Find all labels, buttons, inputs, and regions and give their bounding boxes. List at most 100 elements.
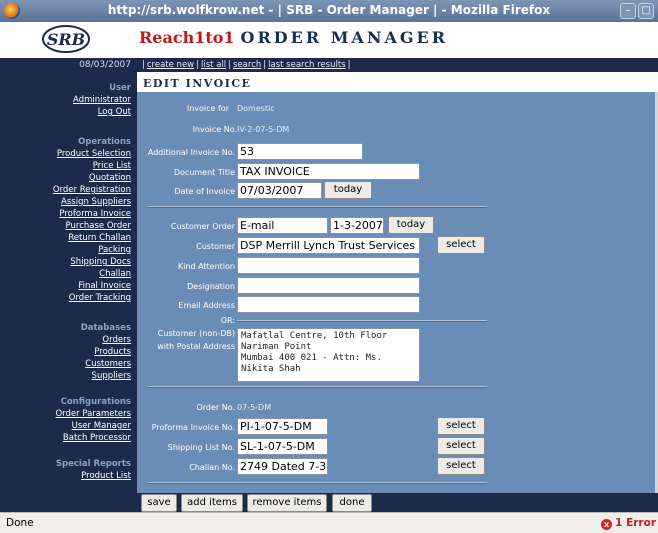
section-divider <box>147 386 487 388</box>
sidebar-item-packing[interactable]: Packing <box>53 244 131 256</box>
customer-order-date-field[interactable]: 1-3-2007 <box>330 217 384 234</box>
sidebar-item-customers[interactable]: Customers <box>81 358 131 370</box>
sidebar-item-return-challan[interactable]: Return Challan <box>53 232 131 244</box>
address-line: Nikita Shah <box>241 364 301 374</box>
shipping-list-no-field[interactable]: SL-1-07-5-DM <box>237 438 328 455</box>
email-address-field[interactable] <box>237 296 420 313</box>
designation-label: Designation <box>187 282 235 291</box>
brand-name: Reach1to1 <box>139 28 235 47</box>
order-no-value: 07-5-DM <box>237 403 272 412</box>
sidebar-section-user: User Administrator Log Out <box>73 82 131 118</box>
or-divider <box>237 320 487 322</box>
action-bar: save add items remove items done <box>137 493 658 512</box>
nav-separator: | <box>347 60 351 70</box>
app-header: SRB Reach1to1 ORDER MANAGER <box>0 22 658 58</box>
sidebar-item-order-tracking[interactable]: Order Tracking <box>53 292 131 304</box>
nav-list-all[interactable]: list all <box>201 60 226 70</box>
sidebar-section-databases: Databases Orders Products Customers Supp… <box>81 322 131 382</box>
remove-items-button[interactable]: remove items <box>247 494 327 512</box>
challan-select-button[interactable]: select <box>437 457 485 475</box>
sidebar-item-product-list[interactable]: Product List <box>56 470 131 482</box>
kind-attention-label: Kind Attention <box>177 262 235 271</box>
address-line: Nariman Point <box>241 342 312 352</box>
sidebar-heading-configurations: Configurations <box>60 397 131 407</box>
status-text: Done <box>6 517 34 529</box>
shipping-select-button[interactable]: select <box>437 437 485 455</box>
sidebar-item-orders[interactable]: Orders <box>81 334 131 346</box>
invoice-no-value: IV-2-07-5-DM <box>237 125 290 134</box>
customer-order-label: Customer Order <box>170 222 235 231</box>
top-nav: | create new | list all | search | last search … <box>137 58 658 72</box>
minimize-button[interactable]: – <box>620 3 636 19</box>
invoice-no-label: Invoice No. <box>192 125 237 134</box>
brand-subtitle: ORDER MANAGER <box>240 28 449 47</box>
sidebar-item-challan[interactable]: Challan <box>53 268 131 280</box>
app-brand: Reach1to1 ORDER MANAGER <box>139 28 448 47</box>
nav-create-new[interactable]: create new <box>147 60 194 70</box>
sidebar-item-products[interactable]: Products <box>81 346 131 358</box>
date-of-invoice-field[interactable]: 07/03/2007 <box>237 182 322 199</box>
sidebar-item-purchase-order[interactable]: Purchase Order <box>53 220 131 232</box>
sidebar-item-quotation[interactable]: Quotation <box>53 172 131 184</box>
save-button[interactable]: save <box>141 494 177 512</box>
nav-last-search-results[interactable]: last search results <box>268 60 345 70</box>
current-date: 08/03/2007 <box>79 60 131 70</box>
sidebar-item-order-parameters[interactable]: Order Parameters <box>55 408 131 420</box>
customer-order-field[interactable]: E-mail <box>237 217 328 234</box>
kind-attention-field[interactable] <box>237 257 420 274</box>
sidebar-item-assign-suppliers[interactable]: Assign Suppliers <box>53 196 131 208</box>
customer-non-db-label: Customer (non-DB) <box>157 329 235 338</box>
sidebar-item-user-manager[interactable]: User Manager <box>55 420 131 432</box>
date-of-invoice-label: Date of Invoice <box>174 187 235 196</box>
done-button[interactable]: done <box>332 494 372 512</box>
section-divider <box>147 482 487 484</box>
sidebar-section-configurations: Configurations Order Parameters User Man… <box>55 396 131 444</box>
status-bar: Done x1 Error <box>0 512 658 533</box>
challan-no-label: Challan No. <box>189 463 235 472</box>
customer-field[interactable]: DSP Merrill Lynch Trust Services Ltd. <box>237 237 420 254</box>
sidebar-item-product-selection[interactable]: Product Selection <box>53 148 131 160</box>
page-title: EDIT INVOICE <box>143 77 252 90</box>
nav-search[interactable]: search <box>233 60 261 70</box>
nav-separator: | <box>196 60 200 70</box>
add-items-button[interactable]: add items <box>181 494 243 512</box>
proforma-invoice-no-label: Proforma Invoice No. <box>151 423 235 432</box>
nav-separator: | <box>228 60 232 70</box>
postal-address-textarea[interactable]: Mafatlal Centre, 10th Floor Nariman Poin… <box>237 328 420 382</box>
sidebar-item-administrator[interactable]: Administrator <box>73 94 131 106</box>
invoice-date-today-button[interactable]: today <box>324 181 372 199</box>
error-icon: x <box>601 519 613 530</box>
sidebar-item-log-out[interactable]: Log Out <box>73 106 131 118</box>
sidebar: 08/03/2007 User Administrator Log Out Op… <box>0 58 137 512</box>
document-title-field[interactable]: TAX INVOICE <box>237 163 420 180</box>
error-indicator[interactable]: x1 Error <box>601 517 656 530</box>
sidebar-item-proforma-invoice[interactable]: Proforma Invoice <box>53 208 131 220</box>
customer-select-button[interactable]: select <box>437 236 485 254</box>
postal-address-label: with Postal Address <box>157 342 235 351</box>
page-heading: EDIT INVOICE <box>137 72 658 92</box>
challan-no-field[interactable]: 2749 Dated 7-3-20 <box>237 458 328 475</box>
sidebar-heading-operations: Operations <box>78 137 131 147</box>
additional-invoice-no-label: Additional Invoice No. <box>147 148 235 157</box>
proforma-select-button[interactable]: select <box>437 417 485 435</box>
sidebar-heading-databases: Databases <box>80 323 131 333</box>
sidebar-item-price-list[interactable]: Price List <box>53 160 131 172</box>
customer-order-today-button[interactable]: today <box>388 216 434 234</box>
designation-field[interactable] <box>237 277 420 294</box>
edit-invoice-form: Invoice for Domestic Invoice No. IV-2-07… <box>137 92 655 493</box>
proforma-invoice-no-field[interactable]: PI-1-07-5-DM <box>237 418 328 435</box>
sidebar-item-suppliers[interactable]: Suppliers <box>81 370 131 382</box>
order-no-label: Order No. <box>196 403 235 412</box>
sidebar-section-special-reports: Special Reports Product List <box>56 458 131 482</box>
sidebar-heading-user: User <box>109 83 131 93</box>
sidebar-item-shipping-docs[interactable]: Shipping Docs <box>53 256 131 268</box>
window-titlebar: http://srb.wolfkrow.net - | SRB - Order … <box>0 0 658 22</box>
additional-invoice-no-field[interactable]: 53 <box>237 143 363 160</box>
or-label: OR: <box>220 316 235 325</box>
sidebar-item-final-invoice[interactable]: Final Invoice <box>53 280 131 292</box>
address-line: Mumbai 400 021 - Attn: Ms. <box>241 353 382 363</box>
maximize-button[interactable]: □ <box>638 3 654 19</box>
sidebar-item-batch-processor[interactable]: Batch Processor <box>55 432 131 444</box>
logo-text: SRB <box>47 30 85 49</box>
sidebar-item-order-registration[interactable]: Order Registration <box>53 184 131 196</box>
